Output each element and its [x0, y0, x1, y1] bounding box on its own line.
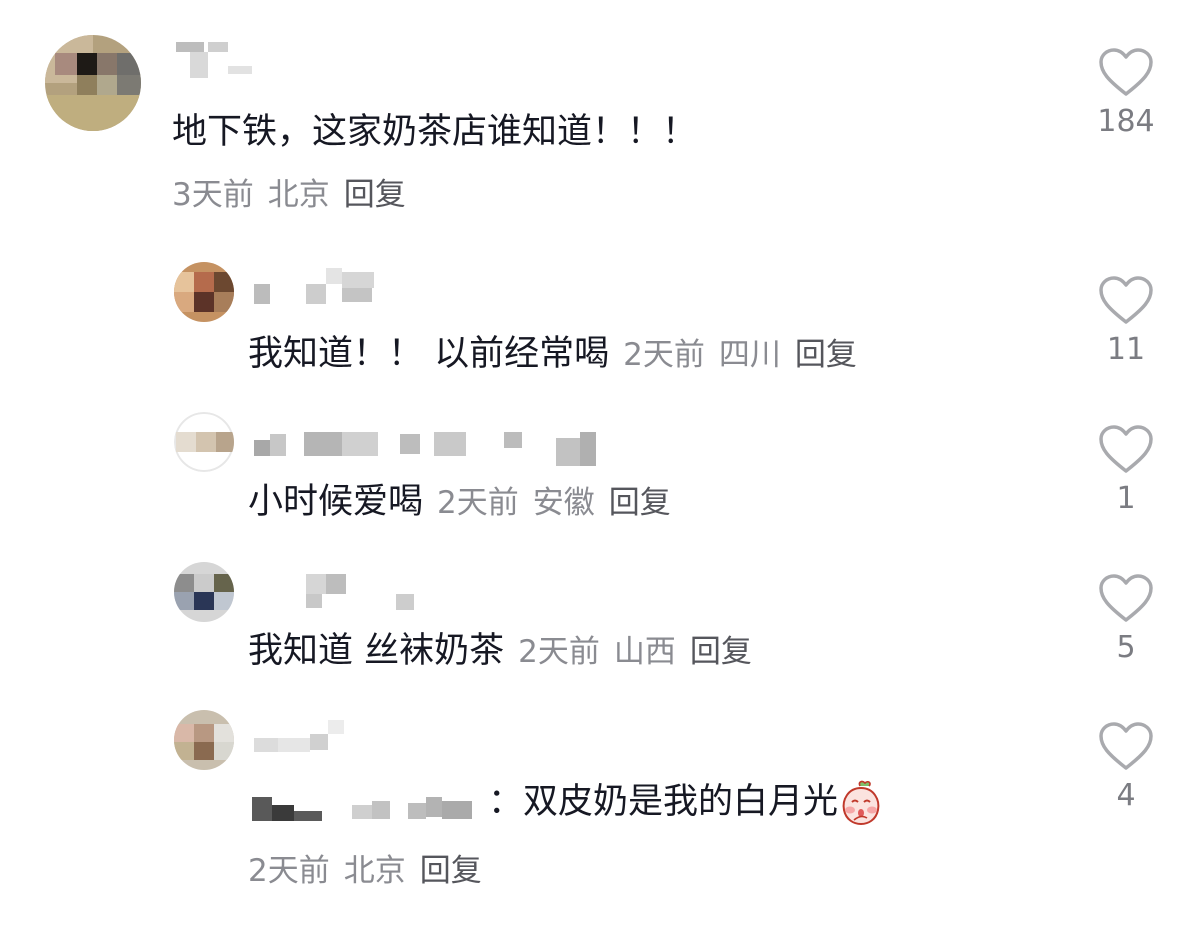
like-button[interactable]: 1: [1086, 425, 1166, 516]
username-blurred[interactable]: [250, 418, 610, 470]
reply-location: 四川: [718, 337, 781, 373]
reply-time: 2天前: [518, 634, 600, 670]
username-blurred[interactable]: [250, 570, 430, 614]
username-blurred[interactable]: [250, 716, 360, 756]
reply-button[interactable]: 回复: [420, 853, 482, 889]
heart-outline-icon: [1099, 574, 1153, 622]
comment-meta: 3天前 北京 回复: [172, 172, 406, 217]
reply-time: 2天前: [437, 485, 519, 521]
comment-text: 地下铁，这家奶茶店谁知道！！！: [172, 112, 698, 152]
blurred-username-pixels: [254, 268, 374, 304]
heart-outline-icon: [1099, 425, 1153, 473]
like-count: 11: [1106, 332, 1146, 367]
heart-outline-icon: [1099, 48, 1153, 96]
reply-location: 安徽: [532, 485, 595, 521]
heart-outline-icon: [1099, 722, 1153, 770]
reply-text: 小时候爱喝 2天前 安徽 回复: [248, 480, 671, 525]
reply-meta: 2天前 北京 回复: [248, 848, 482, 893]
like-count: 4: [1116, 778, 1136, 813]
avatar[interactable]: [45, 35, 141, 131]
heart-outline-icon: [1099, 276, 1153, 324]
blurred-username-pixels: [176, 42, 252, 78]
reply-button[interactable]: 回复: [795, 337, 857, 373]
reply-location: 北京: [343, 853, 406, 889]
avatar[interactable]: [174, 262, 234, 322]
reply-button[interactable]: 回复: [690, 634, 752, 670]
reply-text: ：双皮奶是我的白月光: [248, 780, 884, 826]
reply-time: 2天前: [623, 337, 705, 373]
comment-location: 北京: [267, 177, 330, 213]
reply-button[interactable]: 回复: [344, 177, 406, 213]
reply-text: 我知道 丝袜奶茶 2天前 山西 回复: [248, 629, 752, 674]
reply-location: 山西: [613, 634, 676, 670]
reply-content: 我知道 丝袜奶茶: [248, 631, 505, 671]
avatar[interactable]: [174, 710, 234, 770]
blurred-username-pixels: [254, 432, 596, 466]
like-button[interactable]: 4: [1086, 722, 1166, 813]
reply-content: ：双皮奶是我的白月光: [488, 782, 839, 822]
like-button[interactable]: 5: [1086, 574, 1166, 665]
avatar[interactable]: [174, 412, 234, 472]
like-count: 5: [1116, 630, 1136, 665]
like-button[interactable]: 184: [1086, 48, 1166, 139]
reply-content: 小时候爱喝: [248, 482, 424, 522]
reply-time: 2天前: [248, 853, 330, 889]
blurred-username-pixels: [254, 720, 344, 752]
blurred-mention-pixels: [252, 797, 472, 821]
reply-text: 我知道！！ 以前经常喝 2天前 四川 回复: [248, 332, 857, 377]
username-blurred[interactable]: [176, 38, 256, 80]
like-count: 1: [1116, 481, 1136, 516]
comment-time: 3天前: [172, 177, 254, 213]
reply-button[interactable]: 回复: [609, 485, 671, 521]
like-button[interactable]: 11: [1086, 276, 1166, 367]
username-blurred[interactable]: [250, 266, 380, 306]
like-count: 184: [1097, 104, 1155, 139]
avatar[interactable]: [174, 562, 234, 622]
shy-peach-emoji: [842, 780, 880, 826]
reply-content: 我知道！！ 以前经常喝: [248, 334, 610, 374]
blurred-username-pixels: [306, 574, 414, 610]
